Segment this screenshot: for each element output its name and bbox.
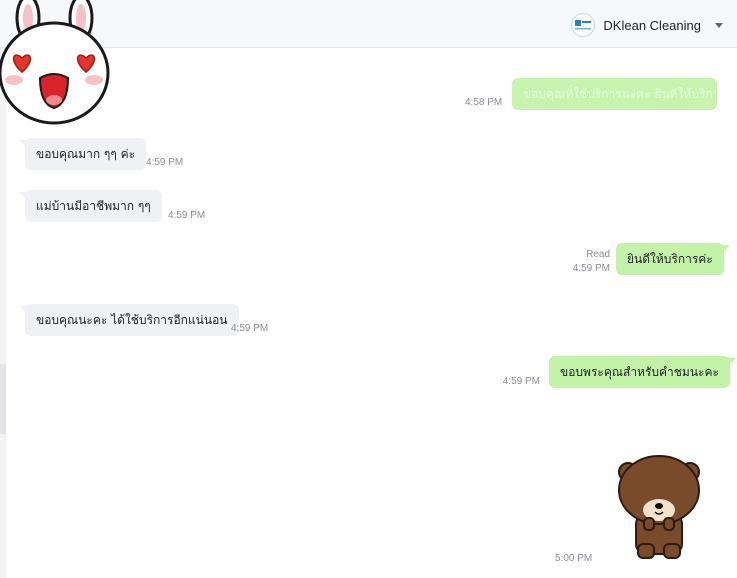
outgoing-message-bubble: ยินดีให้บริการค่ะ — [616, 243, 730, 275]
message-text: ขอบพระคุณสำหรับคำชมนะคะ — [560, 365, 719, 379]
left-panel-scroll-mark — [0, 364, 6, 434]
account-logo-icon — [571, 13, 596, 37]
message-text: ขอบคุณที่ใช้บริการนะคะ ยินดีให้บริการค่ะ — [523, 87, 717, 101]
message-time: 4:59 PM — [146, 157, 184, 168]
message-time: 4:59 PM — [168, 210, 206, 221]
incoming-message-bubble: ขอบคุณนะคะ ได้ใช้บริการอีกแน่นอน — [19, 304, 239, 336]
message-time: 4:59 PM — [231, 323, 269, 334]
message-text: ขอบคุณนะคะ ได้ใช้บริการอีกแน่นอน — [36, 313, 228, 327]
outgoing-message-bubble: ขอบพระคุณสำหรับคำชมนะคะ — [549, 356, 736, 388]
message-time: 4:58 PM — [465, 97, 503, 108]
read-receipt: Read — [586, 249, 610, 260]
message-text: ยินดีให้บริการค่ะ — [627, 252, 713, 266]
cony-heart-eyes-icon[interactable] — [0, 0, 117, 132]
chevron-down-icon[interactable] — [715, 22, 723, 28]
message-time: 4:59 PM — [502, 376, 540, 387]
incoming-message-bubble: แม่บ้านมีอาชีพมาก ๆๆ — [19, 190, 162, 222]
message-time: 4:59 PM — [572, 263, 610, 274]
message-text: แม่บ้านมีอาชีพมาก ๆๆ — [36, 199, 151, 213]
account-name: DKlean Cleaning — [603, 17, 701, 33]
message-time: 5:00 PM — [555, 553, 593, 564]
outgoing-message-bubble: ขอบคุณที่ใช้บริการนะคะ ยินดีให้บริการค่ะ — [512, 78, 717, 110]
message-text: ขอบคุณมาก ๆๆ ค่ะ — [36, 147, 136, 161]
incoming-message-bubble: ขอบคุณมาก ๆๆ ค่ะ — [18, 138, 147, 170]
brown-bear-icon[interactable] — [614, 452, 704, 566]
account-switcher[interactable]: DKlean Cleaning — [571, 12, 723, 38]
